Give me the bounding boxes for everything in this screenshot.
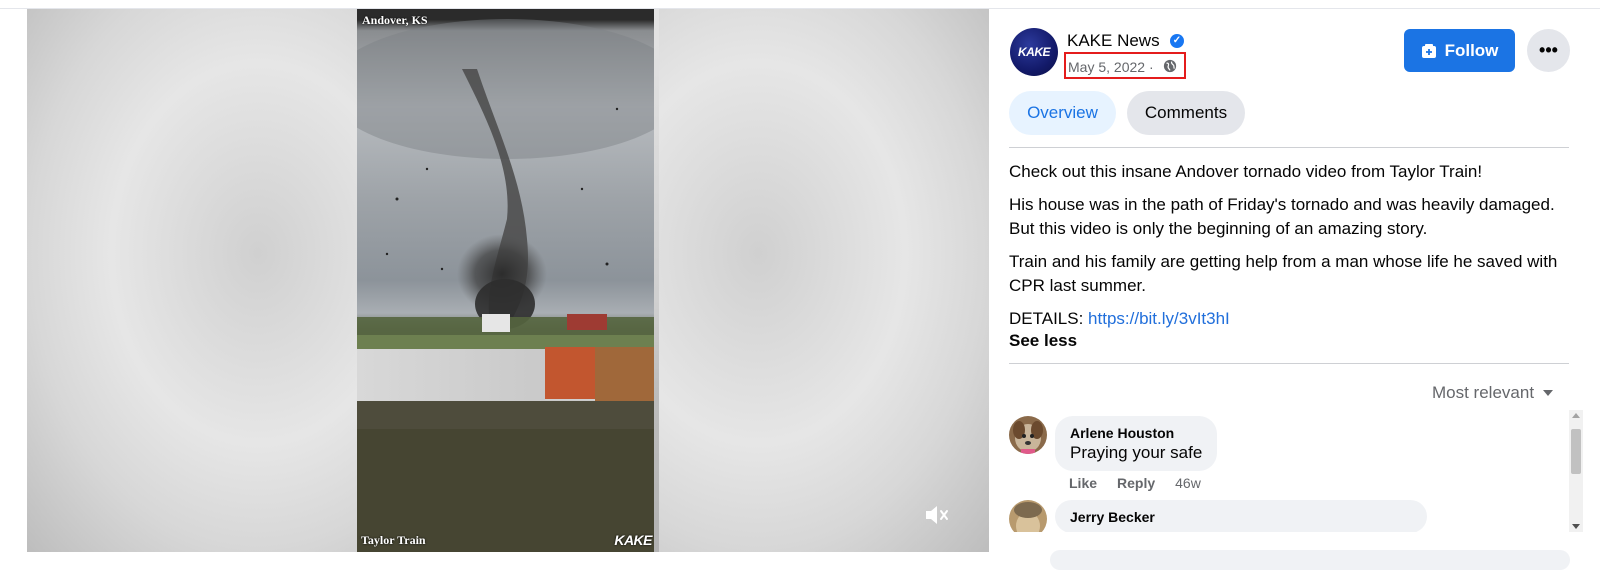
tab-overview[interactable]: Overview: [1009, 91, 1116, 135]
video-credit-overlay: Taylor Train: [361, 533, 426, 547]
scroll-down-arrow-icon[interactable]: [1572, 524, 1580, 529]
header-divider: [1009, 147, 1569, 148]
video-player[interactable]: Andover, KS Taylor Train KAKE: [27, 9, 989, 552]
video-frame[interactable]: Andover, KS Taylor Train KAKE: [357, 9, 654, 552]
video-logo-overlay: KAKE: [614, 532, 652, 548]
comment-author[interactable]: Arlene Houston: [1070, 425, 1202, 441]
speaker-muted-icon[interactable]: [922, 502, 952, 528]
page-name-link[interactable]: KAKE News: [1067, 31, 1160, 51]
globe-icon: [1163, 59, 1177, 73]
post-details: DETAILS: https://bit.ly/3vIt3hI: [1009, 307, 1569, 331]
post-date[interactable]: May 5, 2022 ·: [1068, 59, 1154, 75]
tab-comments[interactable]: Comments: [1127, 91, 1245, 135]
scroll-up-arrow-icon[interactable]: [1572, 413, 1580, 418]
post-date-text: May 5, 2022: [1068, 59, 1146, 75]
comment-text: Praying your safe: [1070, 443, 1203, 462]
video-location-overlay: Andover, KS: [362, 13, 428, 27]
follow-page-icon: [1421, 43, 1436, 58]
comments-scrollbar[interactable]: [1569, 410, 1583, 532]
more-options-icon: •••: [1539, 40, 1558, 60]
comment-bubble: Jerry Becker: [1055, 500, 1427, 532]
commenter-avatar[interactable]: [1009, 500, 1047, 532]
see-less-button[interactable]: See less: [1009, 329, 1569, 353]
sort-label: Most relevant: [1432, 383, 1535, 402]
post-paragraph-2: His house was in the path of Friday's to…: [1009, 195, 1555, 238]
person-photo-avatar: [1009, 500, 1047, 532]
date-separator: ·: [1148, 59, 1154, 75]
post-description: Check out this insane Andover tornado vi…: [1009, 160, 1569, 353]
comment-sort-dropdown[interactable]: Most relevant: [1432, 383, 1554, 403]
page-avatar[interactable]: KAKE: [1010, 28, 1058, 76]
comment-reply-button[interactable]: Reply: [1117, 475, 1155, 491]
post-paragraph-1: Check out this insane Andover tornado vi…: [1009, 162, 1483, 181]
post-paragraph-3: Train and his family are getting help fr…: [1009, 252, 1558, 295]
follow-button[interactable]: Follow: [1404, 29, 1515, 72]
video-blur-background-left: [27, 9, 357, 552]
tornado-scene: [357, 19, 654, 552]
dog-photo-avatar: [1009, 416, 1047, 454]
caret-down-icon: [1543, 390, 1554, 396]
video-blur-background-right: [659, 9, 989, 552]
scroll-thumb[interactable]: [1571, 429, 1581, 474]
details-link[interactable]: https://bit.ly/3vIt3hI: [1088, 309, 1230, 328]
comment-timestamp[interactable]: 46w: [1175, 475, 1201, 491]
more-options-button[interactable]: •••: [1527, 29, 1570, 72]
comment-composer[interactable]: [1050, 550, 1570, 570]
comment-like-button[interactable]: Like: [1069, 475, 1097, 491]
avatar-logo-text: KAKE: [1017, 45, 1051, 59]
comment-author[interactable]: Jerry Becker: [1070, 509, 1412, 525]
verified-badge-icon: ✓: [1170, 34, 1184, 48]
comments-list[interactable]: Arlene Houston Praying your safe Like Re…: [1009, 410, 1569, 532]
comment-actions: Like Reply 46w: [1069, 475, 1201, 491]
comments-divider: [1009, 363, 1569, 364]
follow-label: Follow: [1444, 40, 1499, 60]
details-label: DETAILS:: [1009, 309, 1089, 328]
comment-bubble: Arlene Houston Praying your safe: [1055, 416, 1218, 471]
commenter-avatar[interactable]: [1009, 416, 1047, 454]
